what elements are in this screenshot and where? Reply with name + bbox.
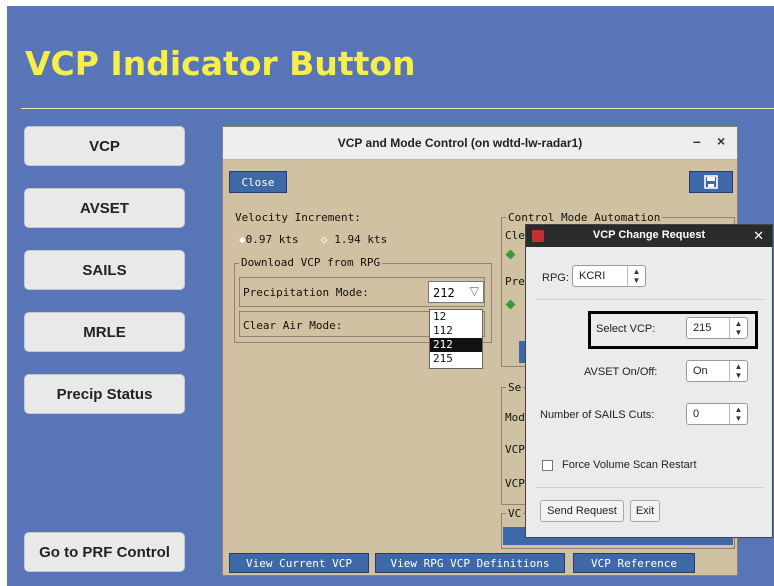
close-icon[interactable]: ✕ [753,228,764,244]
send-request-button[interactable]: Send Request [540,500,624,522]
rpg-select[interactable]: KCRI ▲ ▼ [572,265,646,287]
close-icon[interactable]: × [717,133,725,149]
precip-option[interactable]: 112 [430,324,482,338]
slide: VCP Indicator Button VCP AVSET SAILS MRL… [7,6,774,586]
select-vcp-spinner[interactable]: 215 ▲ ▼ [686,317,748,339]
clear-air-label: Clear Air Mode: [243,319,343,332]
precip-option-selected[interactable]: 212 [430,338,482,352]
spin-arrows-icon: ▲ ▼ [729,318,747,338]
sails-cuts-label: Number of SAILS Cuts: [540,409,655,421]
velocity-increment-label: Velocity Increment: [235,211,361,224]
rpg-label: RPG: [542,272,569,284]
avset-button[interactable]: AVSET [24,188,185,228]
minimize-icon[interactable]: – [693,133,701,149]
spin-arrows-icon: ▲ ▼ [729,361,747,381]
slide-title: VCP Indicator Button [25,44,416,83]
chevron-down-icon: ▽ [469,284,479,298]
mrle-button[interactable]: MRLE [24,312,185,352]
sails-button[interactable]: SAILS [24,250,185,290]
spin-arrows-icon: ▲ ▼ [627,266,645,286]
avset-label: AVSET On/Off: [584,366,658,378]
precip-option[interactable]: 215 [430,352,482,366]
restart-checkbox[interactable] [542,460,553,471]
partial-label: Mod [505,411,525,424]
partial-label: VCP [505,443,525,456]
spin-arrows-icon: ▲ ▼ [729,404,747,424]
divider [536,299,764,300]
title-divider [21,108,774,109]
radio-diamond-icon: ◇ [321,233,328,246]
save-icon[interactable] [689,171,733,193]
vcp-change-request-dialog: VCP Change Request ✕ RPG: KCRI ▲ ▼ Select… [525,224,773,538]
select-vcp-label: Select VCP: [596,323,656,335]
precip-mode-select[interactable]: 212 ▽ [428,281,484,303]
partial-label: Cle [505,229,525,242]
partial-label: Pre [505,275,525,288]
request-title: VCP Change Request [592,229,706,241]
divider [536,487,764,488]
precip-status-button[interactable]: Precip Status [24,374,185,414]
velocity-option-194[interactable]: ◇ 1.94 kts [321,233,387,246]
prf-control-button[interactable]: Go to PRF Control [24,532,185,572]
dialog-title: VCP and Mode Control (on wdtd-lw-radar1) [337,136,583,150]
radio-diamond-icon: ◆ [239,233,246,246]
exit-button[interactable]: Exit [630,500,660,522]
request-titlebar: VCP Change Request ✕ [526,225,772,247]
sails-cuts-spinner[interactable]: 0 ▲ ▼ [686,403,748,425]
avset-select[interactable]: On ▲ ▼ [686,360,748,382]
control-mode-label: Control Mode Automation [506,211,663,224]
download-group-label: Download VCP from RPG [239,256,383,269]
precip-option[interactable]: 12 [430,310,482,324]
vcp-reference-button[interactable]: VCP Reference [573,553,695,573]
view-current-vcp-button[interactable]: View Current VCP [229,553,369,573]
precip-options-list: 12 112 212 215 [429,309,483,369]
partial-label: VC [506,507,524,520]
view-rpg-vcp-definitions-button[interactable]: View RPG VCP Definitions [375,553,565,573]
precip-mode-label: Precipitation Mode: [243,286,369,299]
vcp-button[interactable]: VCP [24,126,185,166]
partial-label: Se [506,381,524,394]
velocity-option-097[interactable]: ◆0.97 kts [239,233,299,246]
restart-label: Force Volume Scan Restart [562,459,697,471]
partial-label: VCP [505,477,525,490]
dialog-titlebar: VCP and Mode Control (on wdtd-lw-radar1)… [223,127,737,160]
close-button[interactable]: Close [229,171,287,193]
